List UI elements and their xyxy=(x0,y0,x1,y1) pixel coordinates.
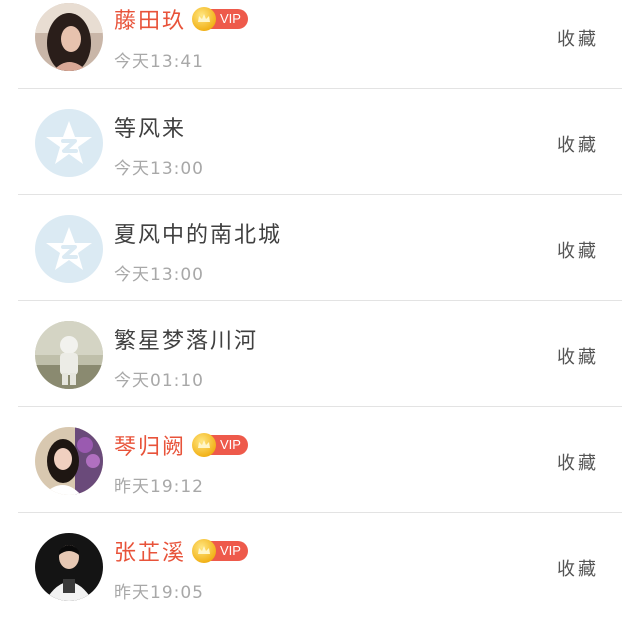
avatar[interactable] xyxy=(35,3,103,71)
timestamp: 昨天19:12 xyxy=(114,477,204,497)
collect-button[interactable]: 收藏 xyxy=(557,343,599,369)
avatar[interactable] xyxy=(35,321,103,389)
user-name[interactable]: 等风来 xyxy=(114,111,186,143)
timestamp: 今天01:10 xyxy=(114,371,204,391)
avatar[interactable] xyxy=(35,215,103,283)
collect-button[interactable]: 收藏 xyxy=(557,237,599,263)
list-item[interactable]: 等风来 今天13:00 收藏 xyxy=(0,89,640,195)
collect-button[interactable]: 收藏 xyxy=(557,25,599,51)
vip-badge: VIP xyxy=(192,433,248,457)
timestamp: 今天13:00 xyxy=(114,265,204,285)
avatar[interactable] xyxy=(35,533,103,601)
crown-icon xyxy=(192,539,217,563)
user-name[interactable]: 繁星梦落川河 xyxy=(114,323,258,355)
follower-list: 藤田玖 VIP 今天13:41 收藏 等风来 今天13:00 收藏 夏风中的南北… xyxy=(0,0,640,619)
vip-badge: VIP xyxy=(192,7,248,31)
list-item[interactable]: 琴归阙 VIP 昨天19:12 收藏 xyxy=(0,407,640,513)
collect-button[interactable]: 收藏 xyxy=(557,449,599,475)
timestamp: 今天13:00 xyxy=(114,159,204,179)
timestamp: 昨天19:05 xyxy=(114,583,204,603)
default-avatar-icon xyxy=(35,109,103,177)
user-name[interactable]: 夏风中的南北城 xyxy=(114,217,282,249)
list-item[interactable]: 繁星梦落川河 今天01:10 收藏 xyxy=(0,301,640,407)
user-name[interactable]: 藤田玖 xyxy=(114,3,186,35)
vip-badge: VIP xyxy=(192,539,248,563)
collect-button[interactable]: 收藏 xyxy=(557,131,599,157)
crown-icon xyxy=(192,7,217,31)
list-item[interactable]: 夏风中的南北城 今天13:00 收藏 xyxy=(0,195,640,301)
list-item[interactable]: 藤田玖 VIP 今天13:41 收藏 xyxy=(0,0,640,89)
user-name[interactable]: 琴归阙 xyxy=(114,429,186,461)
timestamp: 今天13:41 xyxy=(114,52,204,72)
crown-icon xyxy=(192,433,217,457)
avatar[interactable] xyxy=(35,427,103,495)
collect-button[interactable]: 收藏 xyxy=(557,555,599,581)
default-avatar-icon xyxy=(35,215,103,283)
user-name[interactable]: 张芷溪 xyxy=(114,535,186,567)
avatar[interactable] xyxy=(35,109,103,177)
list-item[interactable]: 张芷溪 VIP 昨天19:05 收藏 xyxy=(0,513,640,619)
